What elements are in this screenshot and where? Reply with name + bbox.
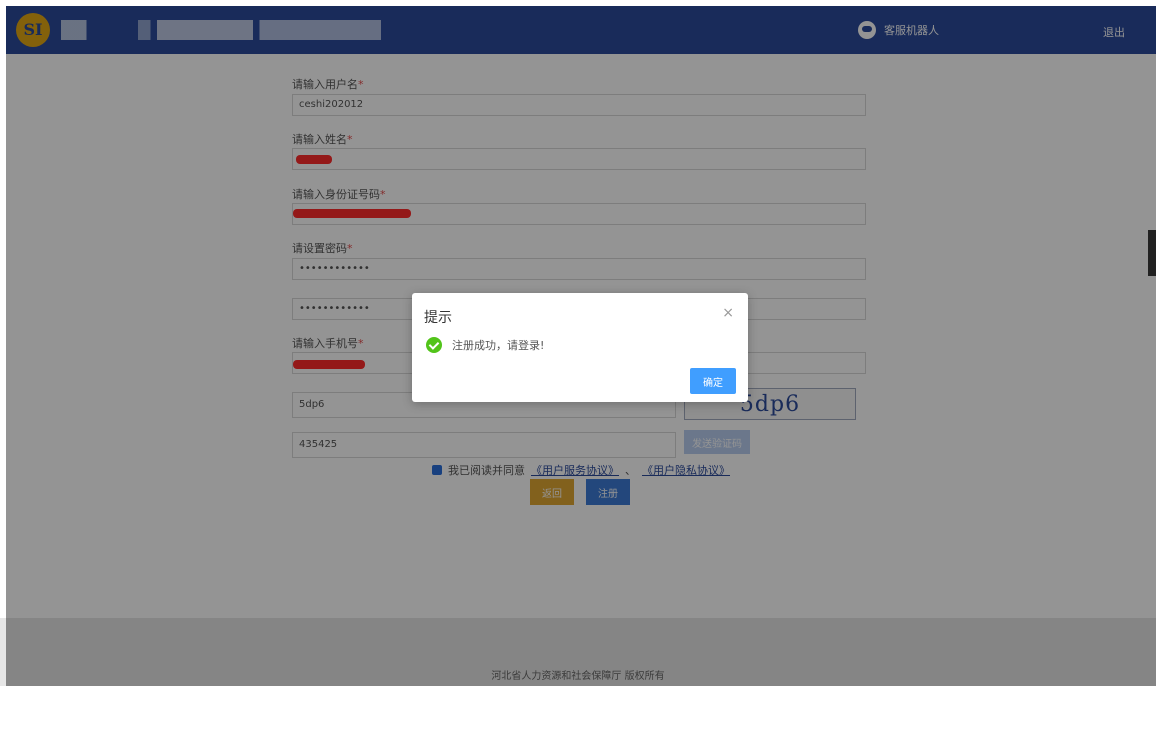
dialog-message: 注册成功，请登录! <box>452 339 545 352</box>
dialog-title: 提示 <box>424 310 452 326</box>
close-icon[interactable]: × <box>722 305 734 321</box>
success-check-icon <box>426 337 442 353</box>
dialog-message-row: 注册成功，请登录! <box>426 337 544 353</box>
prompt-dialog: 提示 × 注册成功，请登录! 确定 <box>412 293 748 402</box>
confirm-button[interactable]: 确定 <box>690 368 736 394</box>
